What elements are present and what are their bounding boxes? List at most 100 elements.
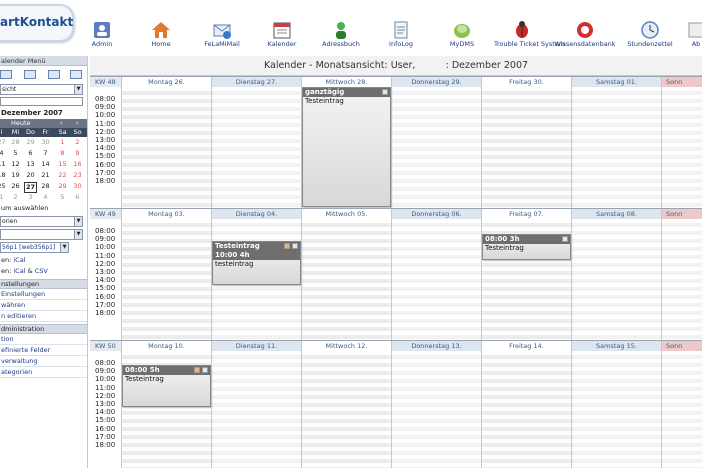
- nav-knowledgebase[interactable]: Wissensdatenbank: [550, 20, 620, 56]
- mini-calendar-day[interactable]: 30: [39, 137, 52, 148]
- filter-select[interactable]: ▼: [0, 229, 83, 240]
- nav-more[interactable]: Ab: [686, 20, 702, 56]
- today-button[interactable]: Heute: [11, 119, 31, 128]
- day-cell[interactable]: [212, 87, 302, 209]
- day-cell[interactable]: [482, 351, 572, 468]
- day-header[interactable]: Sonn: [662, 77, 702, 87]
- mini-calendar-day[interactable]: 5: [56, 192, 69, 203]
- settings-link[interactable]: Einstellungen: [0, 289, 87, 300]
- nav-infolog[interactable]: InfoLog: [382, 20, 420, 56]
- management-link[interactable]: verwaltung: [0, 356, 87, 367]
- day-cell[interactable]: [662, 219, 702, 341]
- day-cell[interactable]: [392, 351, 482, 468]
- mini-calendar-day[interactable]: 4: [39, 192, 52, 203]
- day-header[interactable]: Montag 26.: [122, 77, 212, 87]
- calendar-event[interactable]: Testeintrag 10:00 4h testeintrag: [212, 241, 301, 285]
- day-header[interactable]: Freitag 07.: [482, 209, 572, 219]
- week-number[interactable]: KW 48: [90, 77, 122, 87]
- mini-calendar-day[interactable]: 28: [9, 137, 22, 148]
- custom-fields-link[interactable]: efinierte Felder: [0, 345, 87, 356]
- day-cell[interactable]: [662, 351, 702, 468]
- mini-calendar-day[interactable]: 16: [71, 159, 84, 170]
- date-input[interactable]: [0, 97, 83, 106]
- nav-admin[interactable]: Admin: [82, 20, 122, 56]
- mini-calendar-day[interactable]: 1: [56, 137, 69, 148]
- calendar-event[interactable]: 08:00 3h Testeintrag: [482, 234, 571, 260]
- mini-calendar-day[interactable]: 29: [56, 181, 69, 192]
- event-edit-icon[interactable]: [292, 243, 298, 249]
- mini-calendar-day[interactable]: 6: [71, 192, 84, 203]
- week-number[interactable]: KW 49: [90, 209, 122, 219]
- week-number[interactable]: KW 50: [90, 341, 122, 351]
- mini-calendar-day[interactable]: 4: [0, 148, 8, 159]
- mini-calendar-day[interactable]: 15: [56, 159, 69, 170]
- day-header[interactable]: Dienstag 11.: [212, 341, 302, 351]
- mini-calendar-day[interactable]: 2: [9, 192, 22, 203]
- month-view-icon[interactable]: [48, 70, 60, 79]
- mini-calendar-day[interactable]: 9: [71, 148, 84, 159]
- nav-dms[interactable]: MyDMS: [444, 20, 480, 56]
- mini-calendar-day[interactable]: 19: [9, 170, 22, 181]
- mini-calendar-day[interactable]: 20: [24, 170, 37, 181]
- day-view-icon[interactable]: [0, 70, 12, 79]
- day-header[interactable]: Donnerstag 06.: [392, 209, 482, 219]
- day-header[interactable]: Mittwoch 12.: [302, 341, 392, 351]
- day-header[interactable]: Mittwoch 05.: [302, 209, 392, 219]
- event-edit-icon[interactable]: [382, 89, 388, 95]
- grant-access-link[interactable]: währen: [0, 300, 87, 311]
- mini-calendar-day[interactable]: 8: [56, 148, 69, 159]
- mini-calendar-day[interactable]: 25: [0, 181, 8, 192]
- day-cell[interactable]: [662, 87, 702, 209]
- day-cell[interactable]: [392, 219, 482, 341]
- admin-config-link[interactable]: tion: [0, 334, 87, 345]
- list-view-icon[interactable]: [70, 70, 82, 79]
- mini-calendar-day[interactable]: 21: [39, 170, 52, 181]
- mini-calendar-day[interactable]: 27: [0, 137, 8, 148]
- app-logo[interactable]: artKontakt: [0, 4, 74, 42]
- day-header[interactable]: Freitag 14.: [482, 341, 572, 351]
- mini-calendar-day[interactable]: 23: [71, 170, 84, 181]
- mini-calendar-day[interactable]: 12: [9, 159, 22, 170]
- mini-calendar-day[interactable]: 30: [71, 181, 84, 192]
- day-header[interactable]: Samstag 01.: [572, 77, 662, 87]
- ical-link[interactable]: iCal: [13, 256, 25, 264]
- mini-calendar-day[interactable]: 26: [9, 181, 22, 192]
- event-edit-icon[interactable]: [202, 367, 208, 373]
- week-view-icon[interactable]: [24, 70, 36, 79]
- mini-calendar-day[interactable]: 2: [71, 137, 84, 148]
- day-header[interactable]: Sonn: [662, 341, 702, 351]
- calendar-event[interactable]: ganztägig Testeintrag: [302, 87, 391, 207]
- day-header[interactable]: Donnerstag 29.: [392, 77, 482, 87]
- user-select[interactable]: 56p1 [web356p1] ▼: [0, 242, 69, 253]
- view-select[interactable]: sicht ▼: [0, 84, 83, 95]
- day-cell[interactable]: [212, 351, 302, 468]
- mini-calendar-day[interactable]: 6: [24, 148, 37, 159]
- day-header[interactable]: Sonn: [662, 209, 702, 219]
- mini-calendar-day[interactable]: 28: [39, 181, 52, 192]
- nav-calendar[interactable]: Kalender: [262, 20, 302, 56]
- day-header[interactable]: Donnerstag 13.: [392, 341, 482, 351]
- day-header[interactable]: Mittwoch 28.: [302, 77, 392, 87]
- mini-calendar-day[interactable]: 3: [24, 192, 37, 203]
- nav-home[interactable]: Home: [142, 20, 180, 56]
- edit-link[interactable]: n editieren: [0, 311, 87, 322]
- mini-calendar-day[interactable]: 5: [9, 148, 22, 159]
- mini-calendar-day[interactable]: 22: [56, 170, 69, 181]
- next-month-button[interactable]: ›: [76, 119, 79, 128]
- day-cell[interactable]: [572, 351, 662, 468]
- mini-calendar-day[interactable]: 13: [24, 159, 37, 170]
- day-header[interactable]: Montag 03.: [122, 209, 212, 219]
- categories-link[interactable]: ategorien: [0, 367, 87, 378]
- mini-calendar-day[interactable]: 1: [0, 192, 8, 203]
- nav-addressbook[interactable]: Adressbuch: [318, 20, 364, 56]
- day-header[interactable]: Freitag 30.: [482, 77, 572, 87]
- export-ical-link[interactable]: iCal: [13, 267, 25, 275]
- export-csv-link[interactable]: CSV: [35, 267, 48, 275]
- day-cell[interactable]: [302, 219, 392, 341]
- event-edit-icon[interactable]: [562, 236, 568, 242]
- prev-month-button[interactable]: ‹: [60, 119, 63, 128]
- mini-calendar-day[interactable]: 11: [0, 159, 8, 170]
- nav-trouble-ticket[interactable]: Trouble Ticket System: [494, 20, 565, 56]
- mini-calendar-day[interactable]: 7: [39, 148, 52, 159]
- mini-calendar-day[interactable]: 14: [39, 159, 52, 170]
